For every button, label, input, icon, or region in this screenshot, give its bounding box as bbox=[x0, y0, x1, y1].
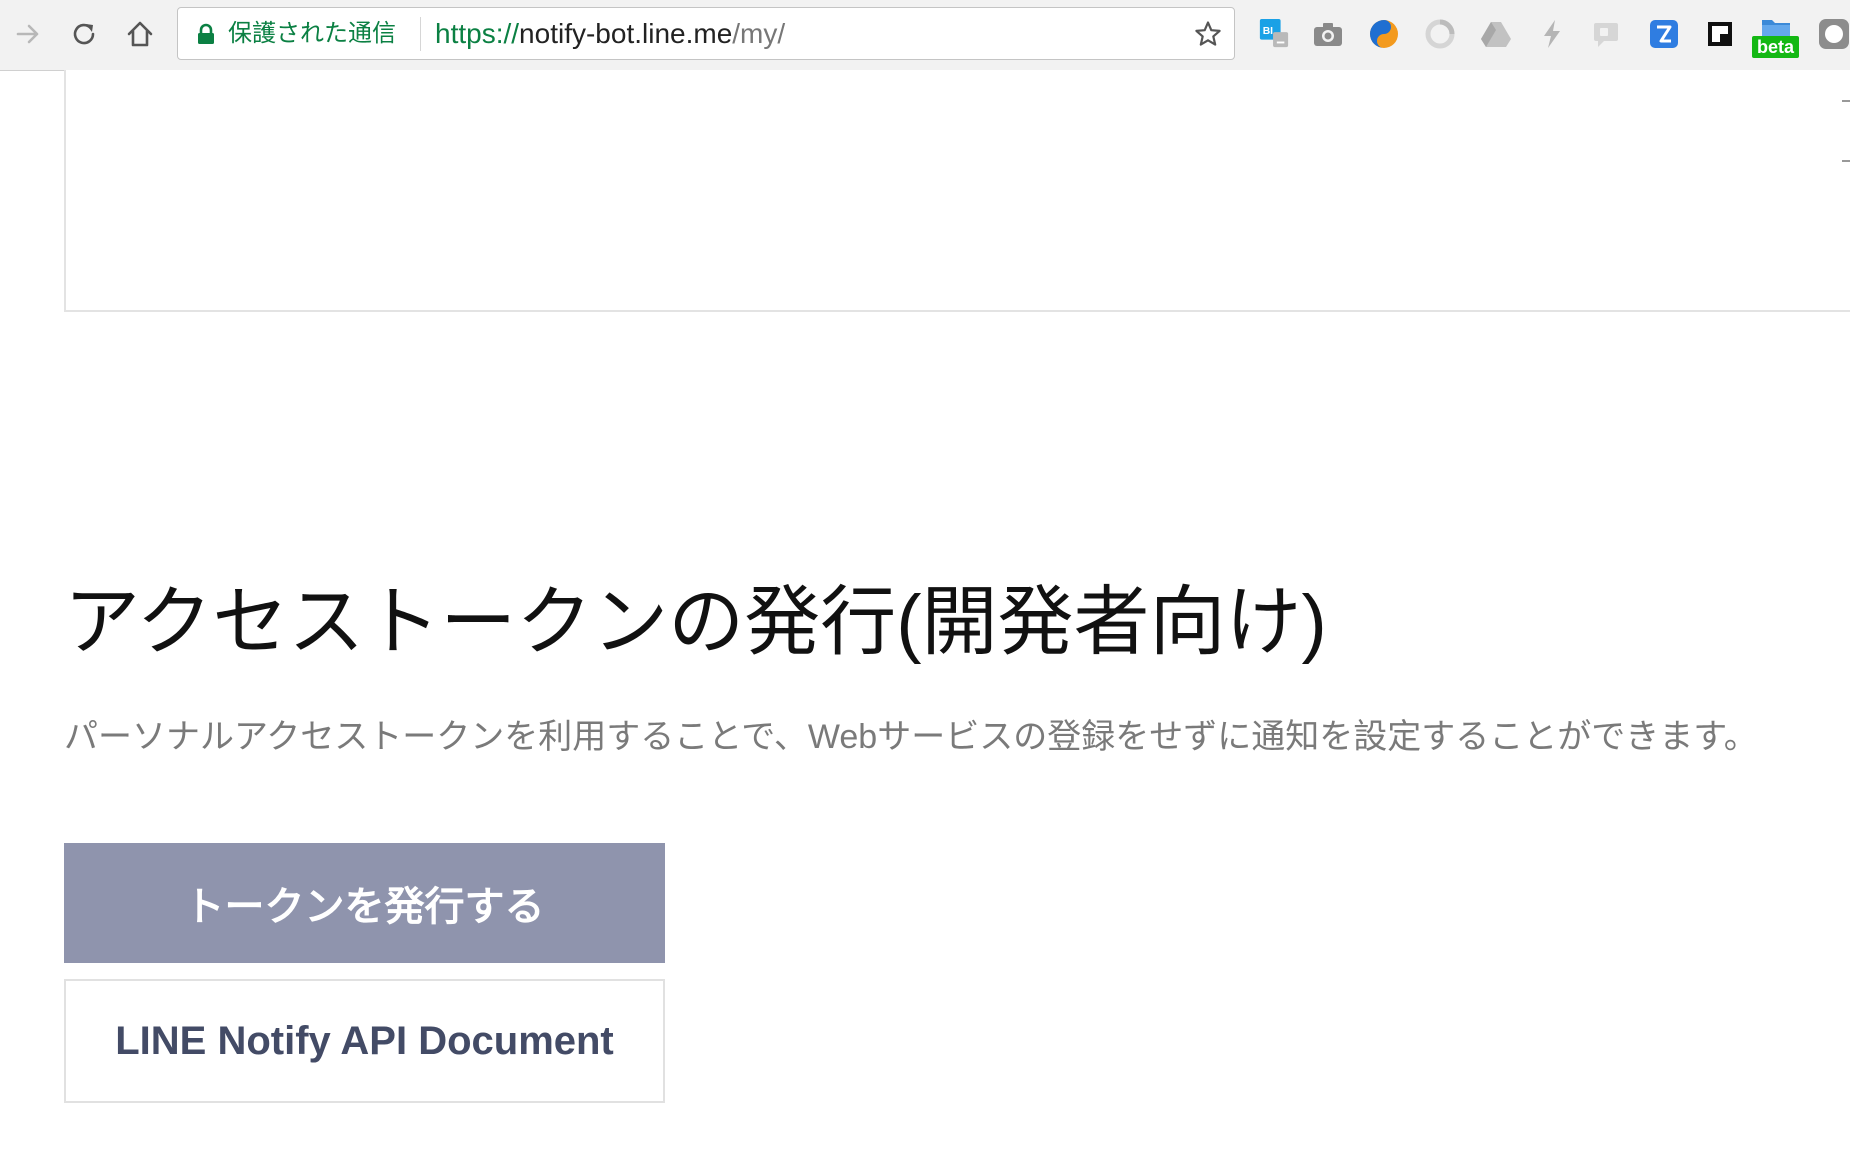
url-host: notify-bot.line.me bbox=[519, 18, 733, 49]
scroll-marker bbox=[1842, 100, 1850, 102]
api-document-button[interactable]: LINE Notify API Document bbox=[64, 979, 665, 1103]
home-button[interactable] bbox=[118, 12, 162, 56]
url-scheme: https:// bbox=[435, 18, 520, 49]
drive-icon[interactable] bbox=[1480, 18, 1512, 50]
svg-text:BI: BI bbox=[1263, 26, 1273, 37]
url-text[interactable]: https://notify-bot.line.me/my/ bbox=[435, 20, 785, 48]
content-panel bbox=[64, 70, 1850, 312]
forward-button[interactable] bbox=[6, 12, 50, 56]
beta-badge: beta bbox=[1752, 36, 1800, 58]
reload-icon bbox=[73, 23, 95, 45]
security-indicator[interactable]: 保護された通信 bbox=[228, 21, 396, 47]
home-icon bbox=[127, 21, 153, 47]
sphere-icon[interactable] bbox=[1368, 18, 1400, 50]
lightning-icon[interactable] bbox=[1536, 18, 1568, 50]
profile-icon[interactable] bbox=[1818, 18, 1850, 50]
url-path: /my/ bbox=[732, 18, 786, 49]
sync-icon[interactable] bbox=[1424, 18, 1456, 50]
reload-button[interactable] bbox=[62, 12, 106, 56]
bookmark-star-icon[interactable] bbox=[1194, 20, 1222, 48]
issue-token-button[interactable]: トークンを発行する bbox=[64, 843, 665, 963]
chat-icon[interactable] bbox=[1592, 18, 1624, 50]
page-description: パーソナルアクセストークンを利用することで、Webサービスの登録をせずに通知を設… bbox=[64, 718, 1758, 756]
address-bar[interactable]: 保護された通信 https://notify-bot.line.me/my/ bbox=[177, 7, 1235, 60]
arrow-right-icon bbox=[16, 24, 39, 44]
lock-icon bbox=[198, 23, 214, 44]
omnibox-divider bbox=[420, 17, 421, 51]
bl-ext-icon[interactable]: BI bbox=[1258, 18, 1290, 50]
page-title: アクセストークンの発行(開発者向け) bbox=[64, 580, 1327, 665]
browser-toolbar: 保護された通信 https://notify-bot.line.me/my/ B… bbox=[0, 0, 1850, 71]
camera-icon[interactable] bbox=[1312, 18, 1344, 50]
check-icon[interactable] bbox=[1648, 18, 1680, 50]
scroll-marker bbox=[1842, 160, 1850, 162]
window-icon[interactable] bbox=[1704, 18, 1736, 50]
